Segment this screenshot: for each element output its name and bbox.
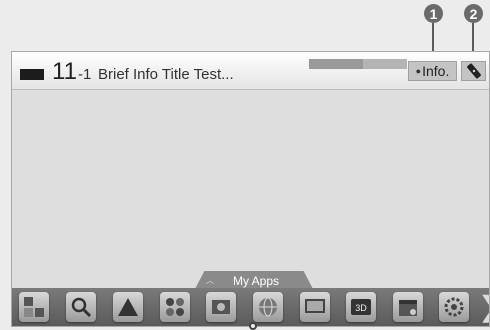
tv-guide-app-icon[interactable] [300,292,330,322]
program-title: Brief Info Title Test... [98,66,234,83]
info-icon: ● [415,66,422,76]
search-app-icon[interactable] [66,292,96,322]
program-progress-fill [309,59,363,69]
scroll-right-arrow-icon[interactable]: ❯ [478,292,489,322]
callout-2-badge: 2 [464,4,483,23]
channel-number: 11 [52,58,77,85]
program-progress-bar [309,59,407,69]
callout-1-badge: 1 [424,4,443,23]
info-button[interactable]: ● Info. [408,61,457,81]
chevron-up-icon: ︿ [206,276,214,285]
channel-list-app-icon[interactable] [19,292,49,322]
globe-app-icon[interactable] [253,292,283,322]
my-apps-tab-label: My Apps [233,274,280,288]
store-app-icon[interactable] [113,292,143,322]
remote-icon [466,63,481,79]
settings-app-icon[interactable] [439,292,469,322]
bottom-callout-marker [249,322,257,330]
remote-button[interactable] [461,61,486,81]
channel-icon [20,69,44,80]
photo-app-icon[interactable] [206,292,236,322]
svg-text:3D: 3D [355,303,367,313]
info-button-label: Info. [422,63,450,79]
schedule-app-icon[interactable] [393,292,423,322]
3d-app-icon[interactable]: 3D [346,292,376,322]
channel-sub-number: -1 [78,66,92,83]
media-grid-app-icon[interactable] [160,292,190,322]
tv-screen: 11 -1 Brief Info Title Test... ● Info. ︿… [11,51,490,327]
channel-info-bar: 11 -1 Brief Info Title Test... ● Info. [12,52,489,90]
my-apps-bar: 3D ❯ [12,288,489,326]
